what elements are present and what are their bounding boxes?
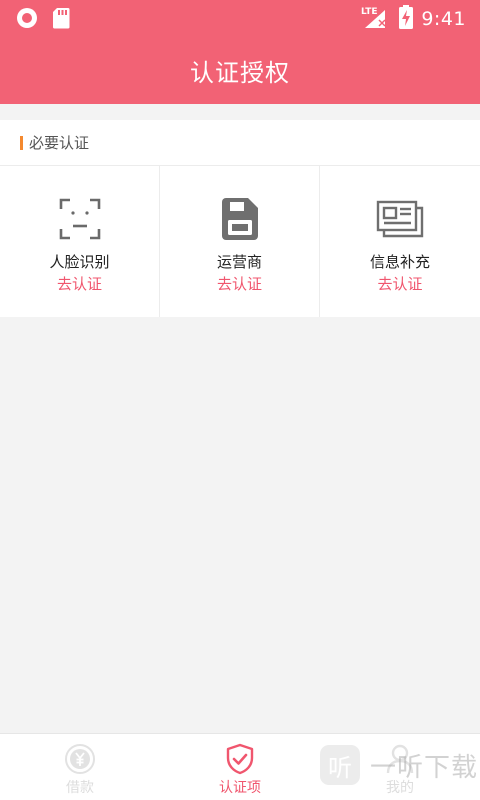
status-bar: LTE 9:41 <box>0 0 480 36</box>
nav-tab-loan[interactable]: 借款 <box>0 734 160 800</box>
nav-label-verify: 认证项 <box>219 780 261 796</box>
status-left-icons <box>16 7 70 33</box>
face-scan-icon <box>56 195 104 243</box>
section-title: 必要认证 <box>29 134 90 152</box>
verify-item-face[interactable]: 人脸识别 去认证 <box>0 166 160 317</box>
verify-action-link[interactable]: 去认证 <box>57 274 102 294</box>
app-header: 认证授权 <box>0 36 480 104</box>
id-card-icon <box>376 195 424 243</box>
nav-tab-verify[interactable]: 认证项 <box>160 734 320 800</box>
verify-item-label: 信息补充 <box>369 253 430 271</box>
shield-check-icon <box>224 743 256 775</box>
nav-tab-mine[interactable]: 我的 <box>320 734 480 800</box>
signal-icon: LTE <box>361 4 391 34</box>
person-icon <box>384 743 416 775</box>
verify-item-label: 人脸识别 <box>49 253 110 271</box>
nav-label-mine: 我的 <box>386 780 414 796</box>
verify-action-link[interactable]: 去认证 <box>217 274 262 294</box>
sim-card-icon <box>216 195 264 243</box>
section-header: 必要认证 <box>0 120 480 166</box>
sd-card-icon <box>52 7 70 33</box>
yen-coin-icon <box>64 743 96 775</box>
verify-action-link[interactable]: 去认证 <box>377 274 422 294</box>
nav-label-loan: 借款 <box>66 780 94 796</box>
status-time: 9:41 <box>421 8 466 30</box>
status-right-icons: LTE 9:41 <box>361 4 466 34</box>
page-title: 认证授权 <box>190 58 290 87</box>
bottom-nav: 借款 认证项 我的 <box>0 733 480 800</box>
verify-item-label: 运营商 <box>216 253 262 271</box>
notification-record-icon <box>16 7 38 33</box>
verify-item-carrier[interactable]: 运营商 去认证 <box>160 166 320 317</box>
verify-item-info[interactable]: 信息补充 去认证 <box>320 166 480 317</box>
battery-charging-icon <box>399 5 414 33</box>
section-marker <box>20 135 23 150</box>
network-type: LTE <box>361 7 378 17</box>
verification-grid: 人脸识别 去认证 运营商 去认证 信息补充 去认证 <box>0 166 480 317</box>
